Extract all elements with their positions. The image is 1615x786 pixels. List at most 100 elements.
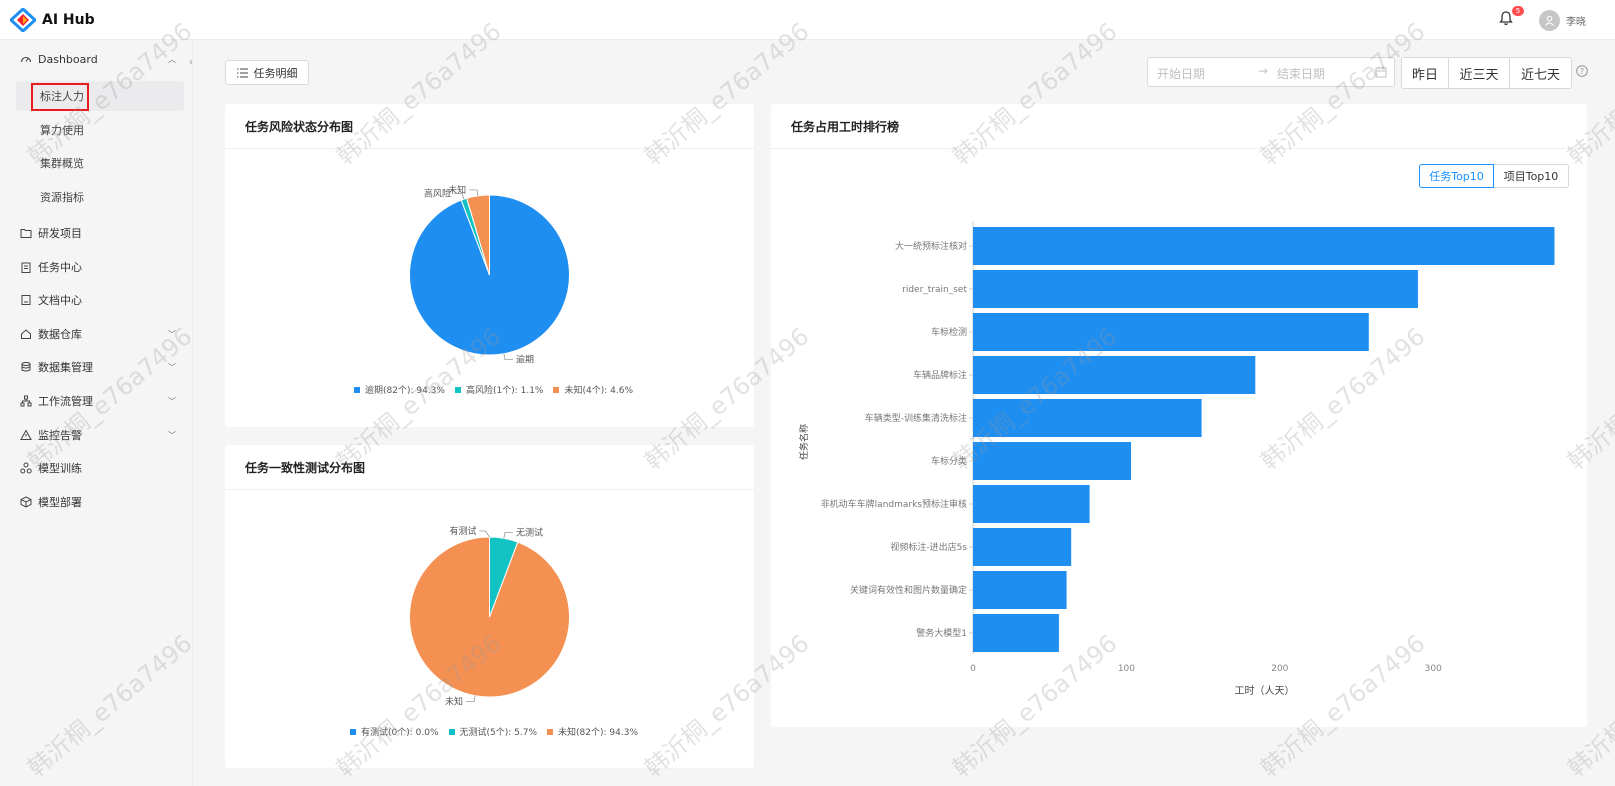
slice-label-line <box>466 695 476 703</box>
sidebar-item-label: 监控告警 <box>38 429 82 442</box>
category-label: 非机动车车牌landmarks预标注审核 <box>821 498 967 510</box>
legend-label: 高风险(1个): 1.1% <box>465 386 544 396</box>
range-7days-button[interactable]: 近七天 <box>1510 58 1571 88</box>
legend-swatch <box>448 728 455 735</box>
sidebar-item-task-center[interactable]: 任务中心 <box>20 257 176 277</box>
sidebar-subitem-cluster-overview[interactable]: 集群概览 <box>16 148 184 178</box>
risk-chart-title: 任务风险状态分布图 <box>245 120 354 134</box>
clipboard-icon <box>21 262 31 273</box>
risk-legend: 逾期(82个): 94.3% 高风险(1个): 1.1% 未知(4个): 4.6… <box>354 383 633 396</box>
range-3days-button[interactable]: 近三天 <box>1449 58 1510 88</box>
sidebar-item-label: Dashboard <box>38 52 98 66</box>
legend-label: 逾期(82个): 94.3% <box>365 386 445 396</box>
legend-item[interactable]: 未知(82个): 94.3% <box>547 725 638 738</box>
slice-label: 无测试 <box>516 526 543 538</box>
legend-label: 未知(82个): 94.3% <box>558 728 638 738</box>
collapse-sidebar-icon[interactable]: ‹ <box>189 57 193 68</box>
list-icon <box>236 68 248 77</box>
date-range-picker[interactable]: 开始日期 → 结束日期 <box>1147 57 1395 87</box>
calendar-icon[interactable] <box>1375 66 1387 78</box>
sidebar-item-data-warehouse[interactable]: 数据仓库 ﹀ <box>20 324 176 344</box>
consistency-test-card: 任务一致性测试分布图 无测试 未知 有测试 有测试(0个): 0.0% 无测试(5个… <box>225 445 754 768</box>
bar[interactable] <box>973 313 1369 351</box>
chevron-up-icon: ︿ <box>168 54 176 64</box>
sidebar-item-model-training[interactable]: 模型训练 <box>20 458 176 478</box>
bar[interactable] <box>973 528 1072 566</box>
sidebar-item-label: 数据集管理 <box>38 361 93 374</box>
consistency-legend: 有测试(0个): 0.0% 无测试(5个): 5.7% 未知(82个): 94.… <box>350 725 638 738</box>
category-label: 车标检测 <box>931 326 967 338</box>
category-label: 关键词有效性和图片数量确定 <box>850 584 967 596</box>
sidebar-item-dataset-management[interactable]: 数据集管理 ﹀ <box>20 357 176 377</box>
legend-item[interactable]: 有测试(0个): 0.0% <box>350 725 439 738</box>
legend-item[interactable]: 逾期(82个): 94.3% <box>354 383 445 396</box>
bar[interactable] <box>973 442 1132 480</box>
sidebar-item-rd-projects[interactable]: 研发项目 <box>20 223 176 243</box>
chevron-down-icon: ﹀ <box>168 430 176 440</box>
chevron-down-icon: ﹀ <box>168 362 176 372</box>
app-logo[interactable]: AI Hub <box>10 8 95 32</box>
x-axis-label: 工时（人天） <box>1235 685 1295 697</box>
category-label: 车辆类型-训练集清洗标注 <box>865 412 967 424</box>
sidebar-item-monitoring-alerts[interactable]: 监控告警 ﹀ <box>20 425 176 445</box>
slice-label-line <box>503 531 513 539</box>
slice-label-line <box>469 189 479 196</box>
sidebar-subitem-label: 资源指标 <box>40 191 84 204</box>
legend-swatch <box>350 728 356 735</box>
sidebar-item-label: 模型部署 <box>38 496 82 509</box>
bar[interactable] <box>973 227 1555 265</box>
sidebar-item-dashboard[interactable]: Dashboard ︿ <box>20 49 176 69</box>
x-tick-label: 300 <box>1425 664 1442 674</box>
range-yesterday-button[interactable]: 昨日 <box>1402 58 1449 88</box>
x-tick-label: 0 <box>970 664 976 674</box>
bar[interactable] <box>973 485 1090 523</box>
sidebar-item-label: 研发项目 <box>38 227 82 240</box>
pie-slice[interactable] <box>409 536 570 698</box>
quick-range-selector: 昨日 近三天 近七天 <box>1401 57 1572 89</box>
arrow-right-icon: → <box>1258 64 1269 78</box>
legend-item[interactable]: 无测试(5个): 5.7% <box>448 725 537 738</box>
end-date-input[interactable]: 结束日期 <box>1277 65 1325 82</box>
sidebar-item-doc-center[interactable]: 文档中心 <box>20 290 176 310</box>
bar[interactable] <box>973 399 1202 437</box>
legend-item[interactable]: 高风险(1个): 1.1% <box>454 383 544 396</box>
document-icon <box>21 295 31 305</box>
sidebar-item-model-deployment[interactable]: 模型部署 <box>20 492 176 512</box>
app-name: AI Hub <box>42 12 95 28</box>
sidebar-item-label: 任务中心 <box>38 261 82 274</box>
sidebar-subitem-compute-usage[interactable]: 算力使用 <box>16 115 184 145</box>
slice-label: 逾期 <box>516 354 534 366</box>
risk-pie-chart: 逾期 高风险未知 <box>409 184 570 366</box>
y-axis-label: 任务名称 <box>798 424 810 460</box>
sidebar-item-workflow-management[interactable]: 工作流管理 ﹀ <box>20 391 176 411</box>
sidebar-item-label: 工作流管理 <box>38 395 93 408</box>
slice-label: 未知 <box>448 184 466 196</box>
avatar[interactable] <box>1539 10 1560 31</box>
cube-icon <box>20 496 32 508</box>
bar[interactable] <box>973 571 1067 609</box>
top-bar: AI Hub 5 李晓 <box>0 0 1615 40</box>
slice-label: 有测试 <box>449 525 476 537</box>
logo-icon <box>10 8 36 32</box>
category-label: 车辆品牌标注 <box>913 369 967 381</box>
slice-label: 高风险 <box>424 188 451 200</box>
notification-badge: 5 <box>1512 6 1524 16</box>
category-label: 警务大模型1 <box>916 627 967 639</box>
warning-icon <box>20 429 32 440</box>
user-name[interactable]: 李晓 <box>1566 13 1586 28</box>
bar[interactable] <box>973 270 1418 308</box>
sidebar-subitem-annotation-manpower[interactable]: 标注人力 <box>16 81 184 111</box>
legend-swatch <box>354 386 360 393</box>
task-detail-button[interactable]: 任务明细 <box>225 60 309 85</box>
bar[interactable] <box>973 614 1059 652</box>
slice-label-line <box>503 353 513 361</box>
start-date-input[interactable]: 开始日期 <box>1157 65 1205 82</box>
bar[interactable] <box>973 356 1256 394</box>
slice-label-line <box>479 530 490 538</box>
legend-swatch <box>547 728 554 735</box>
consistency-pie-chart: 无测试未知 有测试 <box>409 525 570 708</box>
legend-label: 有测试(0个): 0.0% <box>361 728 439 738</box>
help-icon[interactable]: ? <box>1576 65 1588 77</box>
sidebar-subitem-resource-metrics[interactable]: 资源指标 <box>16 182 184 212</box>
legend-item[interactable]: 未知(4个): 4.6% <box>553 383 633 396</box>
